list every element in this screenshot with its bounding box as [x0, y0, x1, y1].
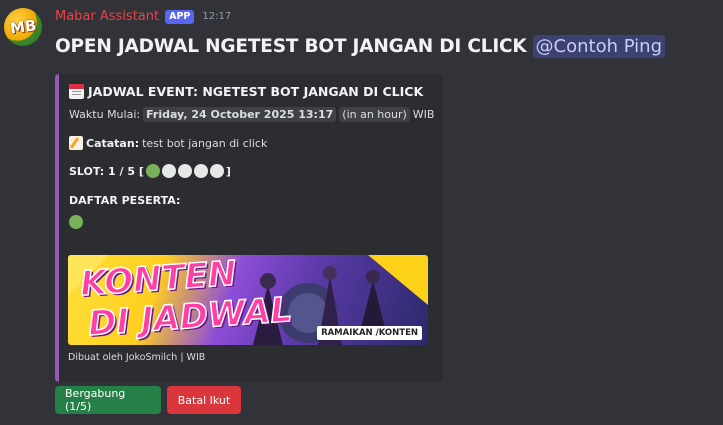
message-title: OPEN JADWAL NGETEST BOT JANGAN DI CLICK [55, 36, 527, 57]
username[interactable]: Mabar Assistant [55, 9, 159, 24]
cancel-join-button[interactable]: Batal Ikut [167, 386, 241, 414]
message-header: Mabar Assistant APP 12:17 [55, 9, 231, 24]
slot-line: SLOT: 1 / 5 [ ] [69, 164, 433, 178]
slot-label: SLOT: 1 / 5 [ [69, 164, 144, 178]
slot-close: ] [225, 164, 231, 178]
event-banner-image[interactable]: KONTEN DI JADWAL RAMAIKAN /KONTEN [68, 255, 428, 345]
memo-icon [69, 136, 83, 150]
timestamp: 12:17 [202, 11, 232, 22]
start-relative: in an hour [346, 108, 403, 121]
participants-list [69, 211, 433, 230]
note-label: Catatan: [86, 136, 140, 150]
note-line: Catatan: test bot jangan di click [69, 136, 433, 150]
embed-title-text: JADWAL EVENT: NGETEST BOT JANGAN DI CLIC… [88, 84, 424, 99]
calendar-icon [69, 84, 84, 99]
participant-green-circle-icon [69, 214, 83, 229]
start-time-line: Waktu Mulai: Friday, 24 October 2025 13:… [69, 107, 435, 122]
start-label: Waktu Mulai: [69, 108, 141, 121]
message-content: OPEN JADWAL NGETEST BOT JANGAN DI CLICK … [55, 35, 665, 58]
avatar[interactable]: MB [4, 8, 42, 46]
join-button[interactable]: Bergabung (1/5) [55, 386, 161, 414]
action-row: Bergabung (1/5) Batal Ikut [55, 386, 241, 414]
slot-filled-circle-icon [145, 164, 160, 178]
banner-cta: RAMAIKAN /KONTEN [317, 326, 422, 340]
start-timezone: WIB [412, 108, 435, 121]
app-badge: APP [165, 9, 195, 24]
start-relative-chip: (in an hour) [339, 107, 410, 122]
start-datetime: Friday, 24 October 2025 13:17 [143, 107, 337, 122]
slot-empty-circle-icon [161, 164, 176, 178]
role-mention[interactable]: @Contoh Ping [532, 35, 665, 58]
participants-heading: DAFTAR PESERTA: [69, 194, 181, 207]
embed-title: JADWAL EVENT: NGETEST BOT JANGAN DI CLIC… [69, 84, 433, 99]
embed-footer: Dibuat oleh JokoSmilch | WIB [68, 352, 206, 363]
slot-empty-circle-icon [209, 164, 224, 178]
avatar-logo-text: MB [8, 16, 38, 38]
event-embed: JADWAL EVENT: NGETEST BOT JANGAN DI CLIC… [55, 74, 443, 382]
slot-empty-circle-icon [177, 164, 192, 178]
slot-empty-circle-icon [193, 164, 208, 178]
note-text: test bot jangan di click [142, 136, 268, 150]
